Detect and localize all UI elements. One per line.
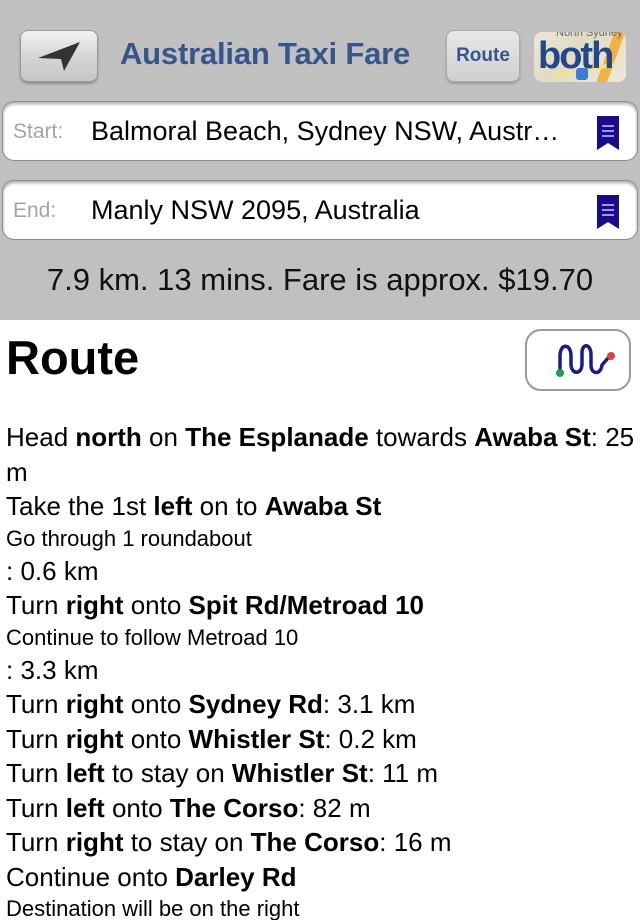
step-emphasis: right xyxy=(65,827,124,857)
step-text: Turn xyxy=(6,590,66,620)
fare-summary: 7.9 km. 13 mins. Fare is approx. $19.70 xyxy=(46,262,594,297)
step-emphasis: left xyxy=(65,792,105,823)
route-map-icon xyxy=(556,344,615,377)
top-bar: Australian Taxi Fare Route North Sydney … xyxy=(0,0,640,100)
direction-step: Go through 1 roundabout xyxy=(6,524,640,554)
both-label: both xyxy=(538,35,614,77)
bookmark-icon[interactable] xyxy=(597,195,619,229)
step-emphasis: The Corso xyxy=(250,827,380,857)
current-location-button[interactable] xyxy=(20,30,98,82)
direction-step: Turn right onto Sydney Rd: 3.1 km xyxy=(6,687,640,722)
step-text: : 82 m xyxy=(298,792,371,823)
step-text: to stay on xyxy=(123,827,251,857)
step-text: Take the 1st xyxy=(6,491,154,521)
step-emphasis: Darley Rd xyxy=(175,861,297,892)
step-text: : 16 m xyxy=(379,827,452,857)
show-map-button[interactable] xyxy=(525,329,631,391)
step-text: Turn xyxy=(6,689,66,719)
start-label: Start: xyxy=(13,120,64,143)
step-emphasis: Awaba St xyxy=(474,422,591,452)
step-text: : 3.3 km xyxy=(6,654,99,685)
step-text: to stay on xyxy=(104,758,232,788)
direction-step: Turn left to stay on Whistler St: 11 m xyxy=(6,756,640,791)
direction-step: Turn right to stay on The Corso: 16 m xyxy=(6,825,640,860)
direction-step: Head north on The Esplanade towards Awab… xyxy=(6,420,640,489)
step-text: onto xyxy=(123,590,189,620)
direction-step: Take the 1st left on to Awaba St xyxy=(6,489,640,524)
directions-list: Head north on The Esplanade towards Awab… xyxy=(6,420,640,920)
route-heading: Route xyxy=(6,331,140,384)
end-field[interactable]: End: Manly NSW 2095, Australia xyxy=(2,180,638,240)
step-text: Continue onto xyxy=(6,861,176,892)
step-text: onto xyxy=(123,723,189,754)
step-text: : 0.2 km xyxy=(324,723,417,754)
step-text: Destination will be on the right xyxy=(6,896,300,920)
step-text: Go through 1 roundabout xyxy=(6,525,252,551)
step-emphasis: right xyxy=(65,590,124,620)
step-text: Turn xyxy=(6,723,66,754)
direction-step: Turn right onto Spit Rd/Metroad 10 xyxy=(6,588,640,623)
step-emphasis: Spit Rd/Metroad 10 xyxy=(188,590,425,620)
start-input[interactable]: Balmoral Beach, Sydney NSW, Austr… xyxy=(91,116,559,147)
direction-step: : 3.3 km xyxy=(6,653,640,688)
direction-step: Destination will be on the right xyxy=(6,894,640,920)
route-button[interactable]: Route xyxy=(446,30,520,82)
step-text: Turn xyxy=(6,827,66,857)
step-text: onto xyxy=(104,792,170,823)
direction-step: Continue to follow Metroad 10 xyxy=(6,623,640,653)
direction-step: Turn left onto The Corso: 82 m xyxy=(6,791,640,826)
step-text: towards xyxy=(368,422,475,452)
step-text: Turn xyxy=(6,792,66,823)
step-text: on xyxy=(141,422,186,452)
step-emphasis: Whistler St xyxy=(231,758,368,788)
step-text: : 3.1 km xyxy=(322,689,416,719)
step-text: Turn xyxy=(6,758,66,788)
route-panel: Route Head north on The Esplanade toward… xyxy=(0,320,640,920)
step-emphasis: right xyxy=(65,723,124,754)
step-emphasis: Awaba St xyxy=(264,491,382,521)
step-emphasis: The Esplanade xyxy=(185,422,369,452)
both-view-button[interactable]: North Sydney both xyxy=(534,32,626,82)
direction-step: Continue onto Darley Rd xyxy=(6,860,640,895)
end-label: End: xyxy=(13,199,57,222)
step-text: : 0.6 km xyxy=(6,555,99,586)
step-emphasis: The Corso xyxy=(169,792,299,823)
end-input[interactable]: Manly NSW 2095, Australia xyxy=(91,195,420,226)
app-title: Australian Taxi Fare xyxy=(120,36,411,71)
step-text: Continue to follow Metroad 10 xyxy=(6,624,299,650)
step-emphasis: left xyxy=(153,491,193,521)
step-emphasis: right xyxy=(65,689,124,719)
step-text: : 11 m xyxy=(367,758,439,788)
location-arrow-icon xyxy=(38,42,80,71)
direction-step: : 0.6 km xyxy=(6,554,640,589)
step-emphasis: Whistler St xyxy=(188,723,325,754)
step-text: on to xyxy=(192,491,265,521)
step-text: Head xyxy=(6,422,76,452)
step-emphasis: left xyxy=(65,758,105,788)
step-text: onto xyxy=(123,689,189,719)
step-emphasis: north xyxy=(75,422,142,452)
direction-step: Turn right onto Whistler St: 0.2 km xyxy=(6,722,640,757)
bookmark-icon[interactable] xyxy=(597,116,619,150)
step-emphasis: Sydney Rd xyxy=(188,689,323,719)
start-field[interactable]: Start: Balmoral Beach, Sydney NSW, Austr… xyxy=(2,101,638,161)
